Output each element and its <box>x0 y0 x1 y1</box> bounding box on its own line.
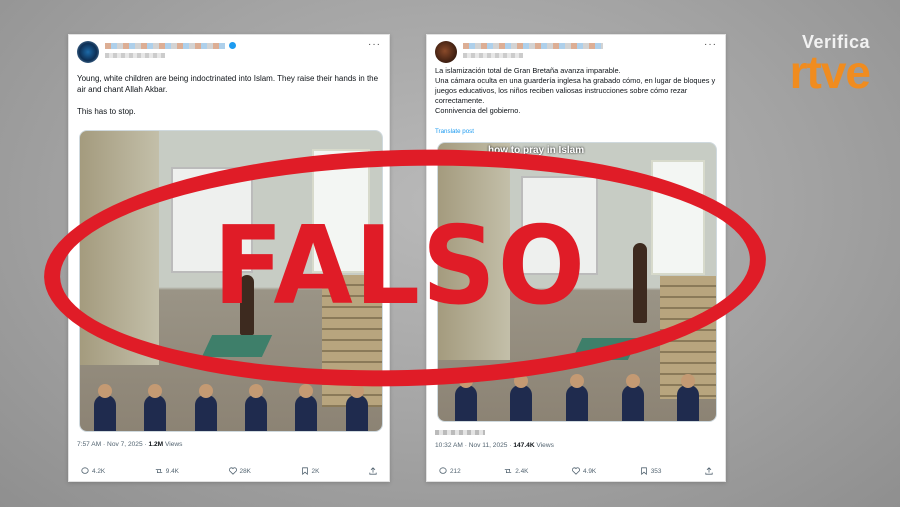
share-button[interactable] <box>705 467 713 475</box>
tweet-actions: 212 2.4K 4.9K 353 <box>427 467 725 475</box>
like-icon <box>572 467 580 475</box>
verifica-rtve-logo: Verifica rtve <box>789 32 871 98</box>
reply-icon <box>439 467 447 474</box>
more-icon[interactable]: ··· <box>368 39 381 50</box>
avatar[interactable] <box>435 41 457 63</box>
reply-button[interactable]: 4.2K <box>81 467 105 475</box>
bookmark-button[interactable]: 353 <box>640 467 661 475</box>
repost-button[interactable]: 2.4K <box>504 467 528 475</box>
blurred-text <box>435 430 485 435</box>
brand-large-text: rtve <box>789 46 871 98</box>
repost-button[interactable]: 9.4K <box>155 467 179 475</box>
translate-link[interactable]: Translate post <box>435 128 474 135</box>
bookmark-button[interactable]: 2K <box>301 467 319 475</box>
bookmark-icon <box>640 467 647 475</box>
views-count: 147.4K <box>513 442 535 449</box>
views-count: 1.2M <box>148 441 164 448</box>
blurred-display-name <box>105 43 225 49</box>
like-button[interactable]: 28K <box>228 467 251 475</box>
bookmark-icon <box>301 467 308 475</box>
blurred-handle <box>105 53 165 58</box>
like-icon <box>228 467 237 475</box>
tweet-text: La islamización total de Gran Bretaña av… <box>435 66 716 115</box>
like-button[interactable]: 4.9K <box>572 467 596 475</box>
tweet-text: Young, white children are being indoctri… <box>77 74 379 116</box>
share-button[interactable] <box>369 467 377 475</box>
blurred-display-name <box>463 43 603 49</box>
tweet-actions: 4.2K 9.4K 28K 2K <box>69 467 389 475</box>
verified-icon <box>229 42 236 49</box>
avatar[interactable] <box>77 41 99 63</box>
tweet-timestamp: 10:32 AM · Nov 11, 2025 · 147.4K Views <box>435 442 554 449</box>
repost-icon <box>505 469 512 473</box>
reply-button[interactable]: 212 <box>439 467 461 475</box>
share-icon <box>369 467 377 475</box>
blurred-handle <box>463 53 523 58</box>
share-icon <box>705 467 713 475</box>
falso-stamp-label: FALSO <box>213 204 587 329</box>
more-icon[interactable]: ··· <box>704 39 717 50</box>
repost-icon <box>155 469 162 473</box>
reply-icon <box>81 467 89 474</box>
tweet-timestamp: 7:57 AM · Nov 7, 2025 · 1.2M Views <box>77 441 183 448</box>
